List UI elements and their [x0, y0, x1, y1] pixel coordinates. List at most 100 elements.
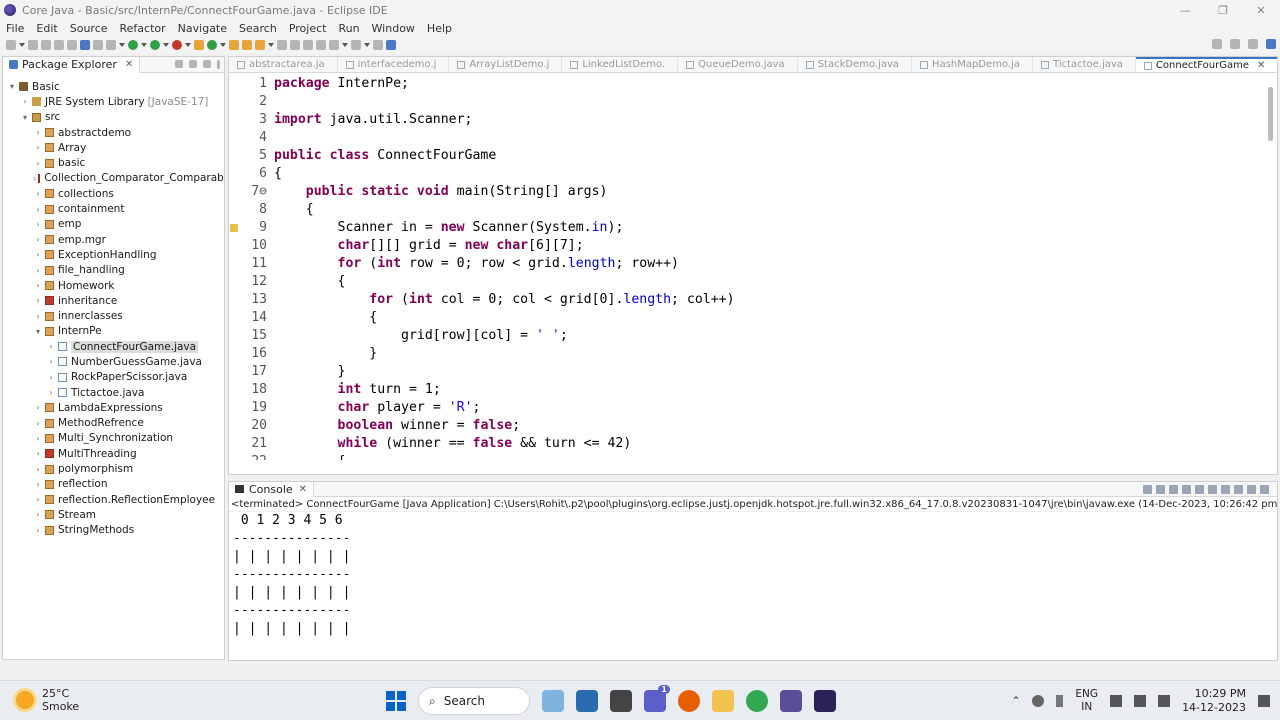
- pin-console-icon[interactable]: [1234, 485, 1243, 494]
- chevron-right-icon[interactable]: ›: [20, 97, 30, 106]
- editor-vertical-scrollbar[interactable]: [1268, 87, 1273, 141]
- word-wrap-icon[interactable]: [1208, 485, 1217, 494]
- toggle-mark-icon[interactable]: [277, 40, 287, 50]
- java-perspective-icon[interactable]: [1266, 39, 1276, 49]
- chevron-right-icon[interactable]: ›: [33, 220, 43, 229]
- copilot-icon[interactable]: [542, 690, 564, 712]
- editor-tab[interactable]: ArrayListDemo.j: [449, 57, 563, 72]
- firefox-icon[interactable]: [678, 690, 700, 712]
- tree-item[interactable]: › Tictactoe.java: [3, 385, 224, 400]
- chevron-down-icon[interactable]: [185, 43, 191, 47]
- chevron-right-icon[interactable]: ›: [33, 250, 43, 259]
- menu-source[interactable]: Source: [64, 22, 114, 35]
- weather-widget[interactable]: 25°C Smoke: [16, 687, 79, 713]
- close-icon[interactable]: ✕: [1242, 0, 1280, 20]
- chevron-right-icon[interactable]: ›: [33, 281, 43, 290]
- chevron-right-icon[interactable]: ›: [33, 495, 43, 504]
- minimize-icon[interactable]: —: [1166, 0, 1204, 20]
- tree-item[interactable]: › file_handling: [3, 263, 224, 278]
- eclipse-taskbar-icon[interactable]: [780, 690, 802, 712]
- menu-help[interactable]: Help: [421, 22, 458, 35]
- wifi-icon[interactable]: [1110, 695, 1123, 707]
- forward-icon[interactable]: [351, 40, 361, 50]
- chevron-right-icon[interactable]: ›: [33, 205, 43, 214]
- tree-item[interactable]: › ExceptionHandling: [3, 247, 224, 262]
- chevron-right-icon[interactable]: ›: [33, 449, 43, 458]
- external-tools-icon[interactable]: [172, 40, 182, 50]
- pin-icon[interactable]: [373, 40, 383, 50]
- tree-item[interactable]: › JRE System Library [JavaSE-17]: [3, 94, 224, 109]
- code-area[interactable]: 1 package InternPe; 2 3 import java.util.Sca…: [229, 73, 1277, 461]
- menu-window[interactable]: Window: [366, 22, 421, 35]
- chevron-right-icon[interactable]: ›: [33, 510, 43, 519]
- volume-icon[interactable]: [1134, 695, 1147, 707]
- open-console-icon[interactable]: [1260, 485, 1269, 494]
- chevron-down-icon[interactable]: [141, 43, 147, 47]
- open-perspective-icon[interactable]: [1230, 39, 1240, 49]
- battery-icon[interactable]: [1158, 695, 1171, 707]
- chevron-down-icon[interactable]: ▾: [20, 113, 30, 122]
- undo-icon[interactable]: [54, 40, 64, 50]
- remove-launch-icon[interactable]: [1156, 485, 1165, 494]
- editor-tab[interactable]: HashMapDemo.ja: [912, 57, 1033, 72]
- filter-icon[interactable]: [203, 60, 211, 68]
- tree-item[interactable]: › inheritance: [3, 293, 224, 308]
- terminal-icon[interactable]: [80, 40, 90, 50]
- tree-item[interactable]: › ConnectFourGame.java: [3, 339, 224, 354]
- chevron-down-icon[interactable]: [268, 43, 274, 47]
- editor-tab[interactable]: LinkedListDemo.: [562, 57, 679, 72]
- clock[interactable]: 10:29 PM 14-12-2023: [1182, 687, 1246, 715]
- chevron-down-icon[interactable]: [364, 43, 370, 47]
- chevron-right-icon[interactable]: ›: [33, 128, 43, 137]
- tree-item[interactable]: › RockPaperScissor.java: [3, 370, 224, 385]
- perspective-icon[interactable]: [386, 40, 396, 50]
- chevron-right-icon[interactable]: ›: [33, 434, 43, 443]
- tree-item[interactable]: › polymorphism: [3, 461, 224, 476]
- editor-tab[interactable]: ConnectFourGame ✕: [1135, 57, 1277, 72]
- editor-tab[interactable]: interfacedemo.j: [338, 57, 450, 72]
- clear-console-icon[interactable]: [1182, 485, 1191, 494]
- coverage-icon[interactable]: [150, 40, 160, 50]
- chevron-right-icon[interactable]: ›: [33, 419, 43, 428]
- java-app-icon[interactable]: [576, 690, 598, 712]
- menu-run[interactable]: Run: [332, 22, 365, 35]
- search-icon[interactable]: [1212, 39, 1222, 49]
- chevron-down-icon[interactable]: [342, 43, 348, 47]
- tree-item[interactable]: › Array: [3, 140, 224, 155]
- microphone-icon[interactable]: [1056, 695, 1064, 707]
- tree-item[interactable]: › emp.mgr: [3, 232, 224, 247]
- tree-item[interactable]: › Stream: [3, 507, 224, 522]
- back-icon[interactable]: [329, 40, 339, 50]
- save-icon[interactable]: [28, 40, 38, 50]
- chevron-right-icon[interactable]: ›: [33, 159, 43, 168]
- editor-horizontal-scrollbar[interactable]: [229, 460, 1277, 474]
- remove-all-icon[interactable]: [1169, 485, 1178, 494]
- editor-tab[interactable]: QueueDemo.java: [678, 57, 798, 72]
- chevron-right-icon[interactable]: ›: [33, 143, 43, 152]
- tree-item[interactable]: › emp: [3, 217, 224, 232]
- tree-item[interactable]: › reflection.ReflectionEmployee: [3, 492, 224, 507]
- tree-item[interactable]: › basic: [3, 155, 224, 170]
- tree-item[interactable]: › MethodRefrence: [3, 416, 224, 431]
- onedrive-icon[interactable]: [1032, 695, 1045, 707]
- chevron-down-icon[interactable]: ▾: [33, 327, 43, 336]
- last-edit-icon[interactable]: [316, 40, 326, 50]
- editor-tab[interactable]: StackDemo.java: [798, 57, 913, 72]
- tree-item[interactable]: › Homework: [3, 278, 224, 293]
- tree-item[interactable]: › LambdaExpressions: [3, 400, 224, 415]
- tree-item[interactable]: ▾ Basic: [3, 79, 224, 94]
- tree-item[interactable]: › containment: [3, 201, 224, 216]
- tree-item[interactable]: › StringMethods: [3, 523, 224, 538]
- view-menu-icon[interactable]: [217, 60, 220, 69]
- utorrent-icon[interactable]: [746, 690, 768, 712]
- terminate-icon[interactable]: [1143, 485, 1152, 494]
- close-icon[interactable]: ✕: [125, 59, 133, 70]
- chevron-right-icon[interactable]: ›: [46, 373, 56, 382]
- save-all-icon[interactable]: [41, 40, 51, 50]
- prev-annotation-icon[interactable]: [303, 40, 313, 50]
- close-icon[interactable]: ✕: [1257, 60, 1265, 71]
- chevron-right-icon[interactable]: ›: [33, 480, 43, 489]
- language-indicator[interactable]: ENG IN: [1075, 688, 1098, 714]
- menu-project[interactable]: Project: [283, 22, 333, 35]
- new-java-project-icon[interactable]: [194, 40, 204, 50]
